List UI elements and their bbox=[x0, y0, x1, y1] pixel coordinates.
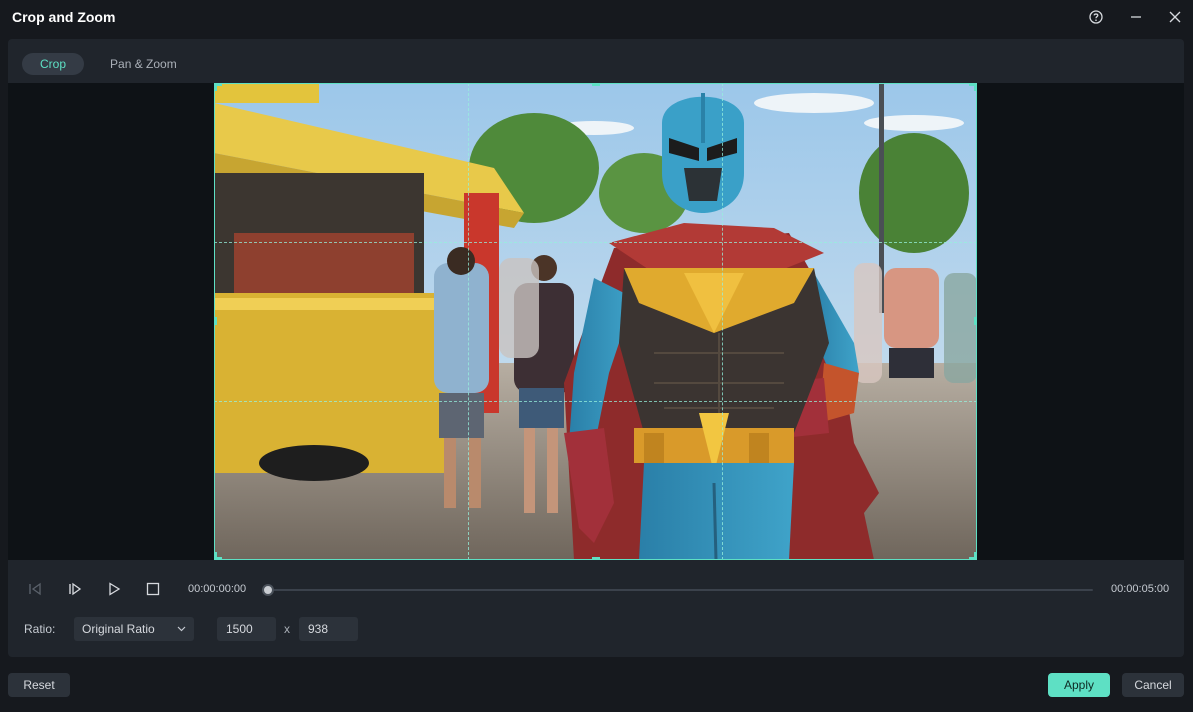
total-time: 00:00:05:00 bbox=[1111, 583, 1170, 595]
width-input[interactable] bbox=[217, 617, 276, 641]
current-time: 00:00:00:00 bbox=[188, 583, 247, 595]
dimension-separator: x bbox=[284, 622, 290, 636]
crop-handle-left[interactable] bbox=[214, 317, 217, 325]
ratio-label: Ratio: bbox=[24, 622, 56, 636]
stop-icon[interactable] bbox=[143, 579, 163, 599]
preview-image bbox=[214, 83, 977, 560]
play-icon[interactable] bbox=[104, 579, 124, 599]
cancel-button[interactable]: Cancel bbox=[1122, 673, 1184, 697]
ratio-selected-value: Original Ratio bbox=[82, 622, 155, 636]
apply-button[interactable]: Apply bbox=[1048, 673, 1110, 697]
guide-line-horizontal-1 bbox=[214, 242, 977, 243]
close-icon[interactable] bbox=[1164, 6, 1186, 28]
tab-bar: Crop Pan & Zoom bbox=[22, 53, 203, 75]
crop-handle-top-left-v[interactable] bbox=[214, 83, 217, 91]
next-frame-icon[interactable] bbox=[65, 579, 85, 599]
window-title: Crop and Zoom bbox=[12, 9, 116, 25]
tab-pan-zoom[interactable]: Pan & Zoom bbox=[92, 53, 195, 75]
title-bar: Crop and Zoom bbox=[0, 0, 1193, 34]
guide-line-horizontal-2 bbox=[214, 401, 977, 402]
timeline-scrubber[interactable] bbox=[262, 584, 274, 596]
height-input[interactable] bbox=[299, 617, 358, 641]
guide-line-vertical-1 bbox=[468, 83, 469, 560]
crop-handle-bottom-left-v[interactable] bbox=[214, 552, 217, 560]
crop-handle-top-right-v[interactable] bbox=[974, 83, 977, 91]
tab-crop[interactable]: Crop bbox=[22, 53, 85, 75]
crop-handle-right[interactable] bbox=[974, 317, 977, 325]
crop-panel: Crop Pan & Zoom 00:00:00:00 00:00:05:00 … bbox=[8, 39, 1184, 657]
playback-controls: 00:00:00:00 00:00:05:00 bbox=[8, 569, 1184, 609]
ratio-row: Ratio: Original Ratio x bbox=[8, 617, 1184, 641]
timeline-track[interactable] bbox=[266, 589, 1093, 591]
previous-frame-icon[interactable] bbox=[25, 579, 45, 599]
chevron-down-icon bbox=[177, 617, 186, 649]
ratio-select[interactable]: Original Ratio bbox=[74, 617, 194, 641]
video-preview bbox=[8, 83, 1184, 560]
reset-button[interactable]: Reset bbox=[8, 673, 70, 697]
minimize-icon[interactable] bbox=[1125, 6, 1147, 28]
help-icon[interactable] bbox=[1085, 6, 1107, 28]
crop-handle-top[interactable] bbox=[592, 83, 600, 86]
crop-handle-bottom[interactable] bbox=[592, 557, 600, 560]
crop-handle-bottom-right-v[interactable] bbox=[974, 552, 977, 560]
guide-line-vertical-2 bbox=[722, 83, 723, 560]
